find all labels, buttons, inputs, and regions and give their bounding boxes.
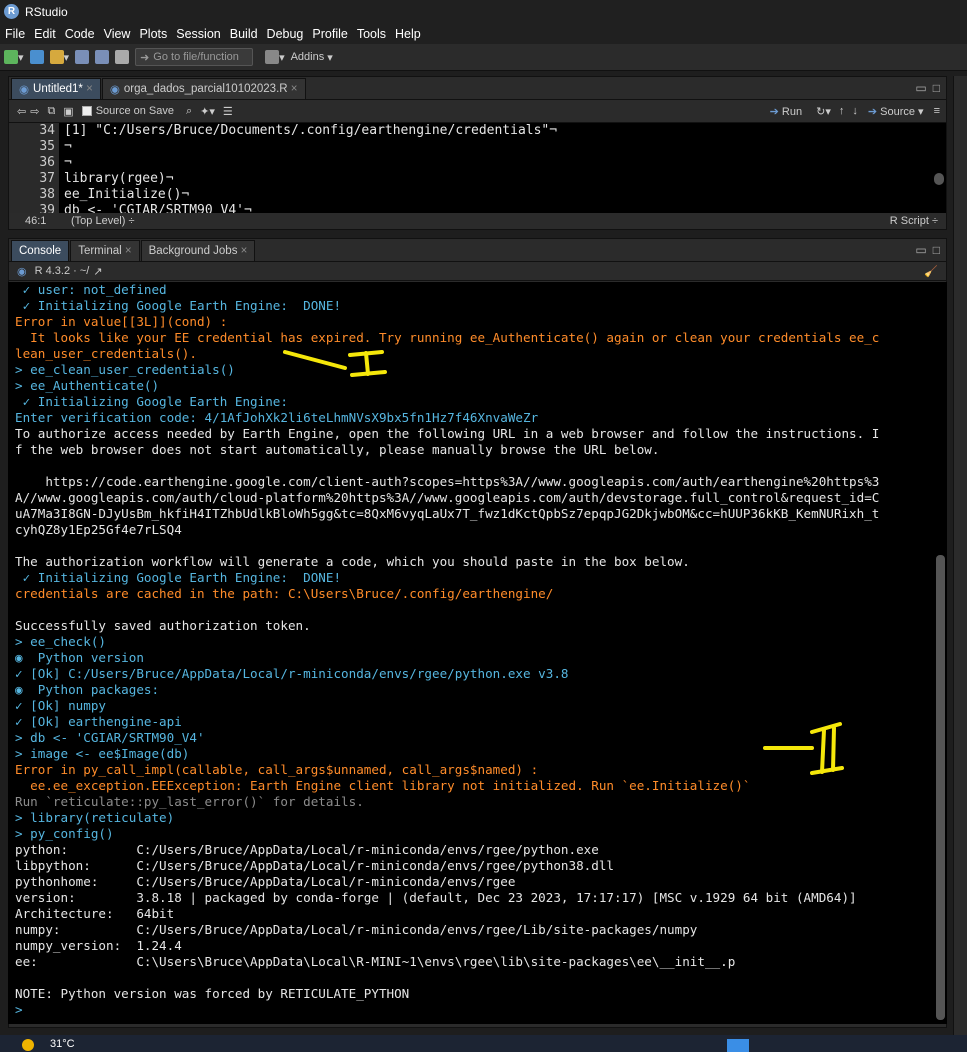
- annotation-dash-1: [283, 350, 347, 370]
- windows-start-icon[interactable]: [727, 1039, 749, 1052]
- weather-temp: 31°C: [50, 1038, 75, 1050]
- annotation-layer: [283, 350, 844, 775]
- annotation-mark-ii: [810, 722, 844, 775]
- weather-icon: [22, 1039, 34, 1051]
- taskbar: 31°C: [0, 1035, 967, 1052]
- annotation-mark-i: [348, 350, 387, 377]
